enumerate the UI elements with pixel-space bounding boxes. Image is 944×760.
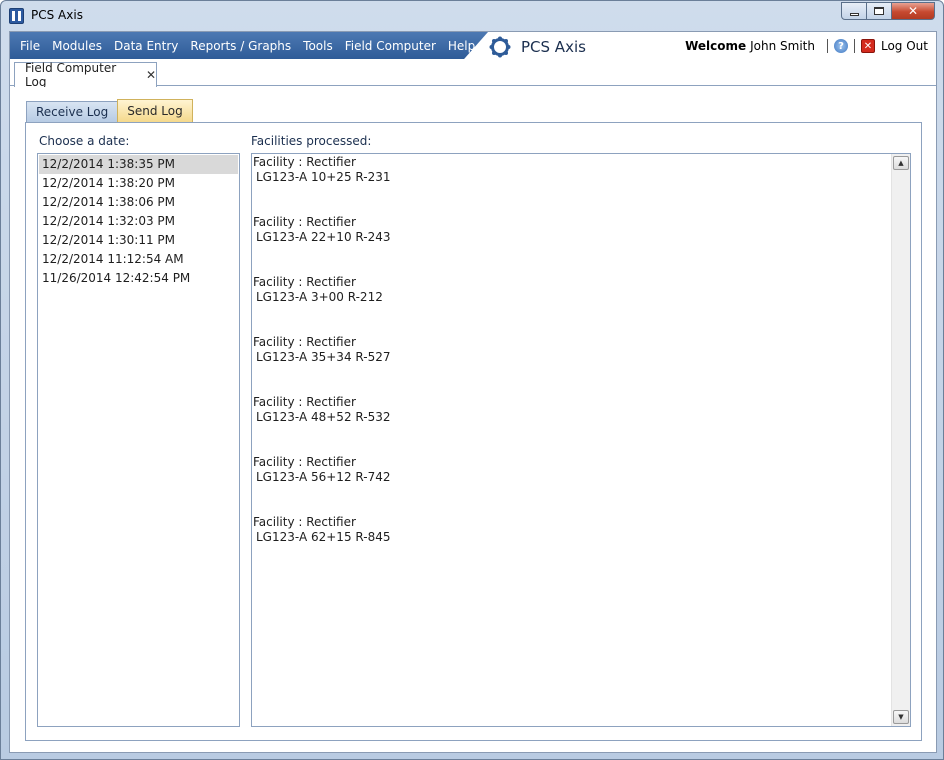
tab-receive-log[interactable]: Receive Log — [26, 101, 119, 122]
logout-link[interactable]: Log Out — [881, 39, 928, 53]
choose-date-label: Choose a date: — [39, 134, 130, 148]
facility-entry: Facility : Rectifier LG123-A 10+25 R-231 — [252, 155, 892, 215]
menu-item-tools[interactable]: Tools — [298, 39, 340, 53]
tab-close-icon[interactable]: ✕ — [146, 68, 156, 82]
separator — [826, 39, 828, 53]
date-list[interactable]: 12/2/2014 1:38:35 PM 12/2/2014 1:38:20 PM… — [37, 153, 240, 727]
separator — [853, 39, 855, 53]
menu-bar: File Modules Data Entry Reports / Graphs Too… — [10, 32, 936, 59]
tab-field-computer-log[interactable]: Field Computer Log ✕ — [14, 61, 157, 89]
facility-type: Facility : Rectifier — [253, 335, 356, 349]
facility-name: LG123-A 22+10 R-243 — [256, 230, 391, 244]
scroll-down-button[interactable]: ▼ — [893, 710, 909, 724]
menu-item-help[interactable]: Help — [443, 39, 482, 53]
menu-items: File Modules Data Entry Reports / Graphs Too… — [10, 32, 482, 59]
date-list-item[interactable]: 12/2/2014 1:38:35 PM — [39, 155, 238, 174]
facility-name: LG123-A 48+52 R-532 — [256, 410, 391, 424]
help-icon[interactable]: ? — [833, 39, 848, 53]
log-tabs: Receive Log Send Log — [26, 99, 193, 122]
tab-label: Field Computer Log — [25, 61, 117, 89]
scroll-up-button[interactable]: ▲ — [893, 156, 909, 170]
app-window: PCS Axis ✕ File Modules Data Entry Reports … — [0, 0, 944, 760]
title-bar[interactable]: PCS Axis ✕ — [1, 1, 943, 31]
client-area: File Modules Data Entry Reports / Graphs Too… — [9, 31, 937, 753]
facility-name: LG123-A 35+34 R-527 — [256, 350, 391, 364]
date-list-item[interactable]: 12/2/2014 1:30:11 PM — [39, 231, 238, 250]
tab-send-log[interactable]: Send Log — [117, 99, 193, 122]
close-icon: ✕ — [907, 4, 919, 18]
facility-entry: Facility : Rectifier LG123-A 22+10 R-243 — [252, 215, 892, 275]
vertical-scrollbar[interactable]: ▲ ▼ — [891, 154, 910, 726]
caption-buttons: ✕ — [841, 2, 935, 20]
logout-icon[interactable]: ✕ — [860, 39, 875, 53]
facility-name: LG123-A 10+25 R-231 — [256, 170, 391, 184]
facility-name: LG123-A 56+12 R-742 — [256, 470, 391, 484]
menu-item-file[interactable]: File — [10, 39, 47, 53]
window-title: PCS Axis — [31, 8, 83, 22]
pcs-axis-logo-icon — [489, 36, 511, 58]
facility-type: Facility : Rectifier — [253, 515, 356, 529]
date-list-item[interactable]: 12/2/2014 1:32:03 PM — [39, 212, 238, 231]
arrow-up-icon: ▲ — [898, 159, 904, 167]
facility-entry: Facility : Rectifier LG123-A 62+15 R-845 — [252, 515, 892, 575]
send-log-panel: Choose a date: Facilities processed: 12/… — [25, 122, 922, 741]
menu-item-modules[interactable]: Modules — [47, 39, 109, 53]
document-tab-strip: Field Computer Log ✕ — [10, 59, 936, 89]
facilities-list-box[interactable]: Facility : Rectifier LG123-A 10+25 R-231 F… — [251, 153, 911, 727]
close-window-button[interactable]: ✕ — [891, 2, 935, 20]
facility-name: LG123-A 3+00 R-212 — [256, 290, 383, 304]
menu-item-reports-graphs[interactable]: Reports / Graphs — [185, 39, 298, 53]
facility-type: Facility : Rectifier — [253, 215, 356, 229]
facility-name: LG123-A 62+15 R-845 — [256, 530, 391, 544]
date-list-item[interactable]: 12/2/2014 11:12:54 AM — [39, 250, 238, 269]
logo-text: PCS Axis — [521, 38, 586, 56]
facility-type: Facility : Rectifier — [253, 275, 356, 289]
menu-item-data-entry[interactable]: Data Entry — [109, 39, 185, 53]
facility-entry: Facility : Rectifier LG123-A 3+00 R-212 — [252, 275, 892, 335]
facilities-list: Facility : Rectifier LG123-A 10+25 R-231 F… — [252, 154, 892, 575]
maximize-icon — [874, 7, 884, 15]
user-area: Welcome John Smith ? ✕ Log Out — [685, 39, 928, 53]
facility-entry: Facility : Rectifier LG123-A 35+34 R-527 — [252, 335, 892, 395]
facility-type: Facility : Rectifier — [253, 455, 356, 469]
date-list-item[interactable]: 11/26/2014 12:42:54 PM — [39, 269, 238, 288]
facilities-label: Facilities processed: — [251, 134, 372, 148]
arrow-down-icon: ▼ — [898, 713, 904, 721]
tab-content: Receive Log Send Log Choose a date: Faci… — [10, 87, 936, 752]
facility-type: Facility : Rectifier — [253, 395, 356, 409]
welcome-label: Welcome — [685, 39, 747, 53]
app-icon — [9, 8, 24, 24]
date-list-item[interactable]: 12/2/2014 1:38:20 PM — [39, 174, 238, 193]
user-name: John Smith — [750, 39, 815, 53]
minimize-icon — [849, 12, 859, 16]
facility-entry: Facility : Rectifier LG123-A 48+52 R-532 — [252, 395, 892, 455]
menu-item-field-computer[interactable]: Field Computer — [340, 39, 443, 53]
maximize-button[interactable] — [866, 2, 892, 20]
minimize-button[interactable] — [841, 2, 867, 20]
facility-entry: Facility : Rectifier LG123-A 56+12 R-742 — [252, 455, 892, 515]
facility-type: Facility : Rectifier — [253, 155, 356, 169]
date-list-item[interactable]: 12/2/2014 1:38:06 PM — [39, 193, 238, 212]
